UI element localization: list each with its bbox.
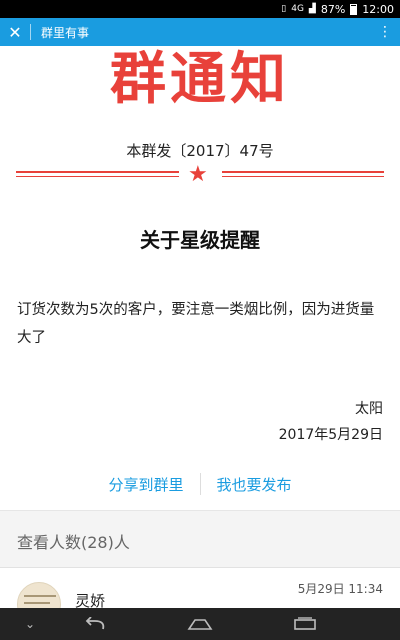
- signal-icon: ▟: [308, 4, 316, 14]
- document-number: 本群发〔2017〕47号: [126, 142, 274, 160]
- hide-keyboard-button[interactable]: ⌄: [18, 608, 42, 640]
- chevron-down-icon: ⌄: [24, 617, 36, 631]
- avatar-scribble: [24, 595, 56, 597]
- notice-title: 关于星级提醒: [140, 228, 260, 252]
- back-icon: [85, 617, 105, 630]
- battery-icon: [350, 3, 358, 15]
- viewer-name: 灵娇: [75, 592, 106, 608]
- viewers-count-heading: 查看人数(28)人: [17, 533, 130, 552]
- page-title: 群里有事: [41, 25, 90, 40]
- title-bar: ✕ 群里有事 ⋮: [0, 18, 400, 46]
- notice-body: 订货次数为5次的客户，要注意一类烟比例，因为进货量大了: [17, 302, 375, 346]
- content-area[interactable]: 群通知 本群发〔2017〕47号 ★ 关于星级提醒 订货次数为5次的客户，要注意…: [0, 46, 400, 608]
- red-rule-right: [222, 171, 384, 177]
- vibrate-icon: ▯: [281, 4, 287, 14]
- notice-banner: 群通知: [110, 47, 290, 112]
- battery-percent: 87%: [320, 2, 346, 16]
- action-bar: 分享到群里 我也要发布: [0, 470, 400, 498]
- navigation-bar: ⌄: [0, 608, 400, 640]
- red-rule-left: [16, 171, 179, 177]
- avatar[interactable]: [17, 582, 61, 608]
- viewer-list-item[interactable]: 灵娇 5月29日 11:34: [0, 568, 400, 608]
- clock: 12:00: [362, 2, 394, 16]
- recent-apps-button[interactable]: [290, 608, 320, 640]
- recent-apps-icon: [294, 617, 316, 630]
- more-vertical-icon: ⋮: [378, 24, 392, 40]
- star-icon: ★: [188, 162, 208, 187]
- more-button[interactable]: ⋮: [370, 18, 400, 46]
- avatar-scribble: [24, 602, 50, 604]
- viewers-section: 查看人数(28)人 灵娇 5月29日 11:34: [0, 511, 400, 608]
- close-button[interactable]: ✕: [0, 18, 30, 46]
- notice-date: 2017年5月29日: [278, 427, 383, 443]
- share-to-group-button[interactable]: 分享到群里: [92, 474, 199, 495]
- back-button[interactable]: [80, 608, 110, 640]
- home-icon: [187, 619, 213, 630]
- notice-signer: 太阳: [355, 401, 383, 417]
- network-4g-icon: 4G: [291, 4, 304, 14]
- viewer-time: 5月29日 11:34: [297, 582, 383, 596]
- publish-button[interactable]: 我也要发布: [201, 474, 308, 495]
- title-divider: [30, 24, 31, 40]
- home-button[interactable]: [185, 608, 215, 640]
- status-bar: ▯ 4G ▟ 87% 12:00: [0, 0, 400, 18]
- close-icon: ✕: [8, 22, 22, 42]
